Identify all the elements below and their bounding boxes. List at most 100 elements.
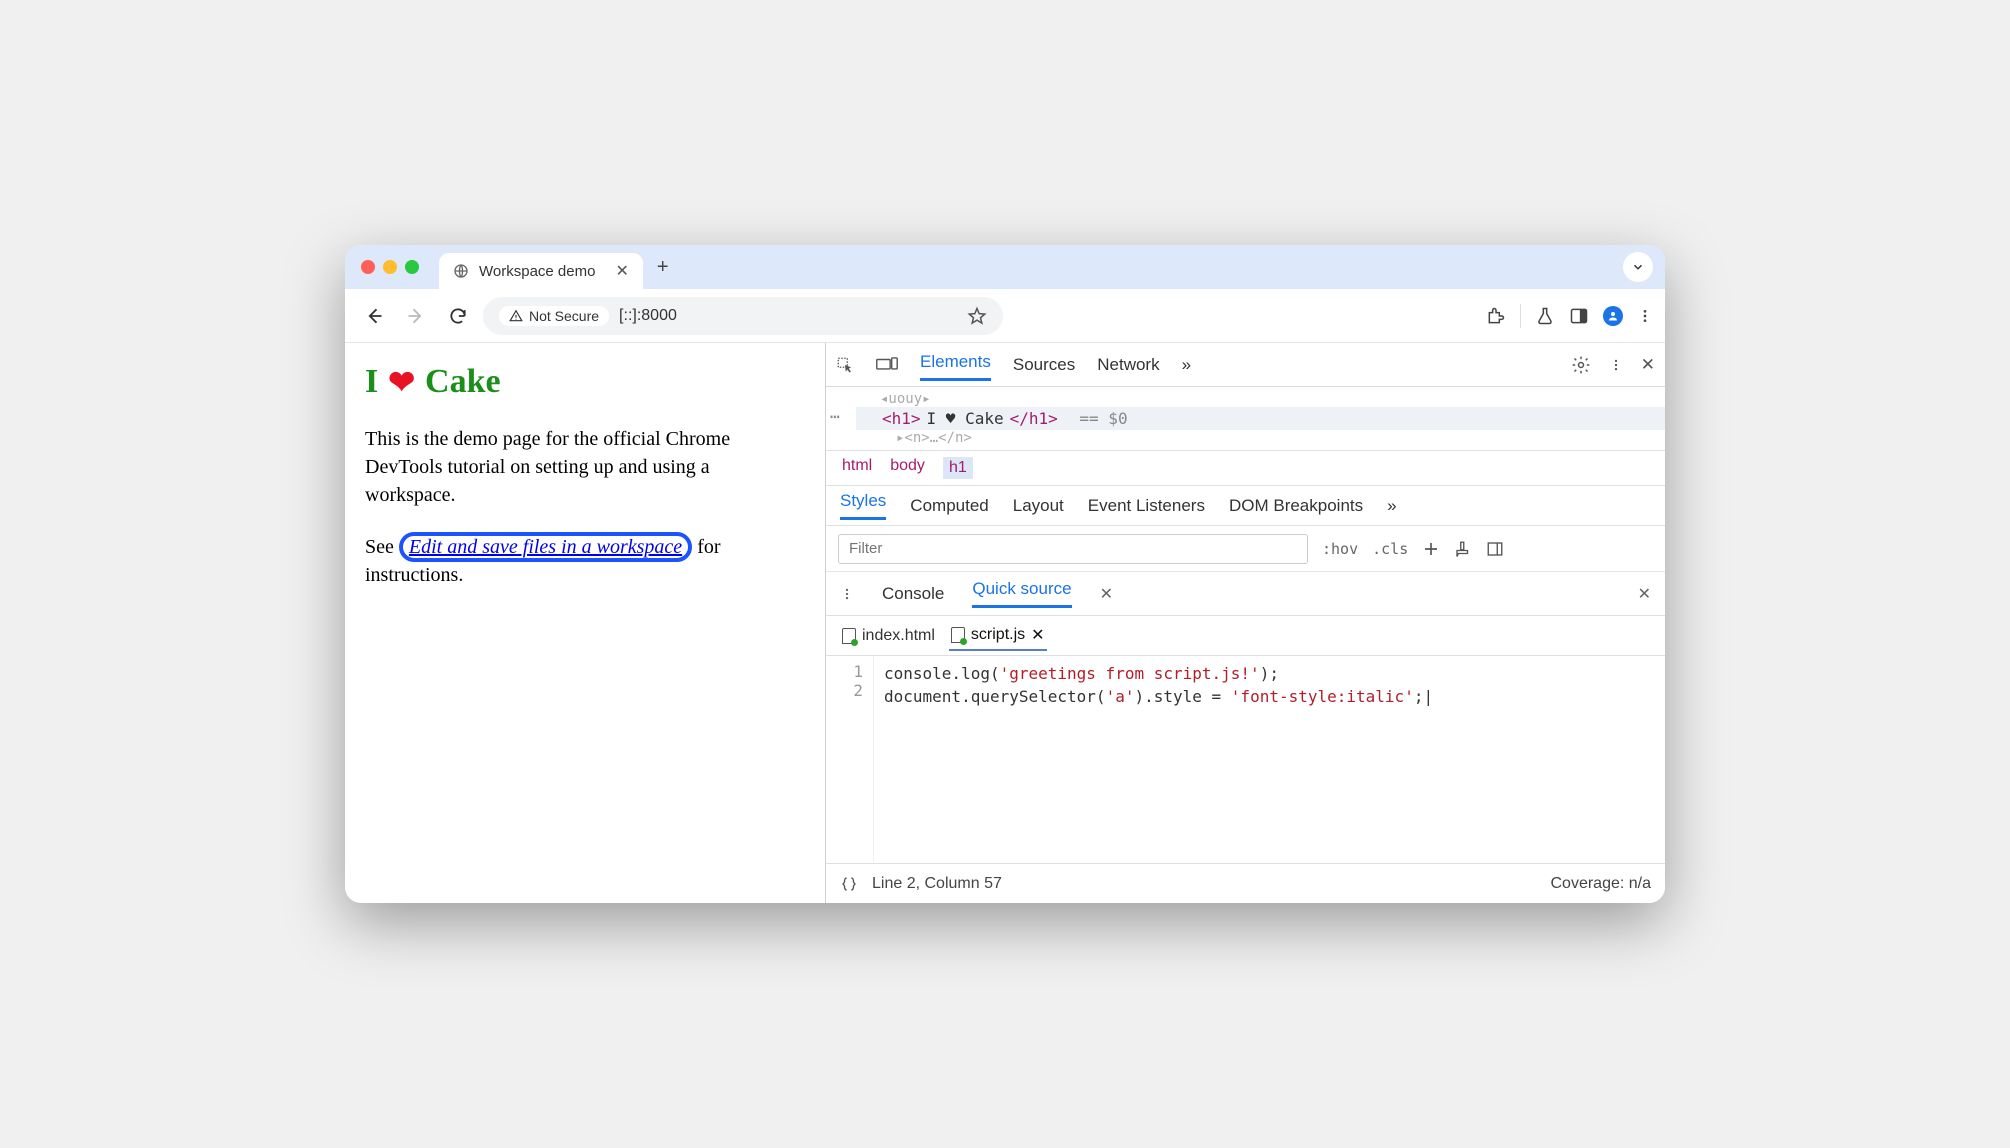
panel-icon [1569,306,1589,326]
file-tab-label: index.html [862,627,935,645]
tab-search-button[interactable] [1623,252,1653,282]
kebab-icon [840,587,854,601]
tab-event-listeners[interactable]: Event Listeners [1088,496,1205,516]
divider [1520,304,1521,328]
drawer-tabs: Console Quick source ✕ ✕ [826,572,1665,616]
minimize-window-button[interactable] [383,260,397,274]
drawer-tab-close[interactable]: ✕ [1100,584,1113,604]
file-icon [951,627,965,643]
drawer-tab-console[interactable]: Console [882,584,944,604]
dom-tree[interactable]: ⋯ ◂uouy▸ <h1>I ♥ Cake</h1> == $0 ▸<n>…</… [826,387,1665,450]
styles-filter-row: :hov .cls [826,526,1665,572]
brush-icon [1454,540,1472,558]
tutorial-link[interactable]: Edit and save files in a workspace [399,532,692,562]
globe-icon [453,263,469,279]
kebab-icon [1637,308,1653,324]
browser-tab[interactable]: Workspace demo ✕ [439,253,643,289]
person-icon [1607,310,1619,322]
browser-window: Workspace demo ✕ + Not Secure [::]:8000 [345,245,1665,903]
tab-styles[interactable]: Styles [840,491,886,520]
arrow-right-icon [406,306,426,326]
paint-brush-button[interactable] [1454,540,1472,558]
back-button[interactable] [357,299,391,333]
breadcrumb: html body h1 [826,450,1665,486]
kebab-icon [1609,358,1623,372]
coverage-status: Coverage: n/a [1550,875,1651,893]
hov-toggle[interactable]: :hov [1322,540,1358,558]
zoom-window-button[interactable] [405,260,419,274]
page-paragraph-2: See Edit and save files in a workspace f… [365,533,805,589]
omnibox[interactable]: Not Secure [::]:8000 [483,297,1003,335]
devtools-menu-button[interactable] [1609,358,1623,372]
file-tab-index[interactable]: index.html [840,623,937,649]
tab-title: Workspace demo [479,263,595,280]
dom-tag-open: <h1> [882,409,921,428]
reload-icon [448,306,468,326]
dom-line-h1[interactable]: <h1> I ♥ Cake </h1> == $0 [856,407,1665,430]
devtools-panel: Elements Sources Network » ✕ ⋯ ◂uouy▸ [825,343,1665,903]
styles-tabs-overflow[interactable]: » [1387,496,1396,516]
tab-layout[interactable]: Layout [1013,496,1064,516]
code-area[interactable]: console.log('greetings from script.js!')… [874,656,1443,863]
cls-toggle[interactable]: .cls [1372,540,1408,558]
tabs-overflow[interactable]: » [1182,351,1191,379]
flask-icon [1535,306,1555,326]
url-text: [::]:8000 [619,307,677,325]
drawer-tab-quick-source[interactable]: Quick source [972,579,1071,608]
labs-button[interactable] [1535,306,1555,326]
file-tab-label: script.js [971,626,1025,644]
panel-right-icon [1486,540,1504,558]
file-tab-close[interactable]: ✕ [1031,625,1044,645]
heading-text-pre: I [365,363,378,401]
file-tab-script[interactable]: script.js ✕ [949,621,1047,651]
drawer-menu-button[interactable] [840,587,854,601]
security-chip[interactable]: Not Secure [499,306,609,326]
tab-elements[interactable]: Elements [920,348,991,381]
gutter: 1 2 [826,656,874,863]
tab-network[interactable]: Network [1097,351,1159,379]
tab-sources[interactable]: Sources [1013,351,1075,379]
inspect-button[interactable] [836,356,854,374]
code-editor[interactable]: 1 2 console.log('greetings from script.j… [826,656,1665,863]
tab-computed[interactable]: Computed [910,496,988,516]
device-toggle-button[interactable] [876,356,898,374]
bookmark-button[interactable] [967,306,987,326]
braces-icon [840,875,858,893]
editor-status-bar: Line 2, Column 57 Coverage: n/a [826,863,1665,903]
crumb-html[interactable]: html [842,457,872,479]
chrome-menu-button[interactable] [1637,308,1653,324]
editor-file-tabs: index.html script.js ✕ [826,616,1665,656]
crumb-body[interactable]: body [890,457,925,479]
toolbar: Not Secure [::]:8000 [345,289,1665,343]
heading-text-post: Cake [425,363,501,401]
dom-selected-ref: == $0 [1079,409,1127,428]
devtools-tabs: Elements Sources Network » ✕ [826,343,1665,387]
drawer-close-button[interactable]: ✕ [1638,584,1651,604]
gear-icon [1571,355,1591,375]
dom-tag-close: </h1> [1010,409,1058,428]
page-heading: I ❤ Cake [365,363,805,401]
chevron-down-icon [1631,260,1645,274]
close-tab-button[interactable]: ✕ [615,261,628,281]
format-button[interactable] [840,875,858,893]
devtools-settings-button[interactable] [1571,355,1591,375]
forward-button[interactable] [399,299,433,333]
computed-panel-toggle[interactable] [1486,540,1504,558]
side-panel-button[interactable] [1569,306,1589,326]
extensions-button[interactable] [1486,306,1506,326]
line-number: 1 [826,662,863,681]
close-window-button[interactable] [361,260,375,274]
heart-icon: ❤ [388,363,415,401]
new-style-rule-button[interactable] [1422,540,1440,558]
dom-text: I ♥ Cake [927,409,1004,428]
styles-filter-input[interactable] [838,534,1308,564]
new-tab-button[interactable]: + [657,256,669,279]
tab-dom-breakpoints[interactable]: DOM Breakpoints [1229,496,1363,516]
plus-icon [1422,540,1440,558]
profile-button[interactable] [1603,306,1623,326]
cursor-position: Line 2, Column 57 [872,875,1002,893]
crumb-h1[interactable]: h1 [943,457,973,479]
reload-button[interactable] [441,299,475,333]
devtools-close-button[interactable]: ✕ [1641,355,1655,375]
ellipsis-icon[interactable]: ⋯ [830,407,840,426]
